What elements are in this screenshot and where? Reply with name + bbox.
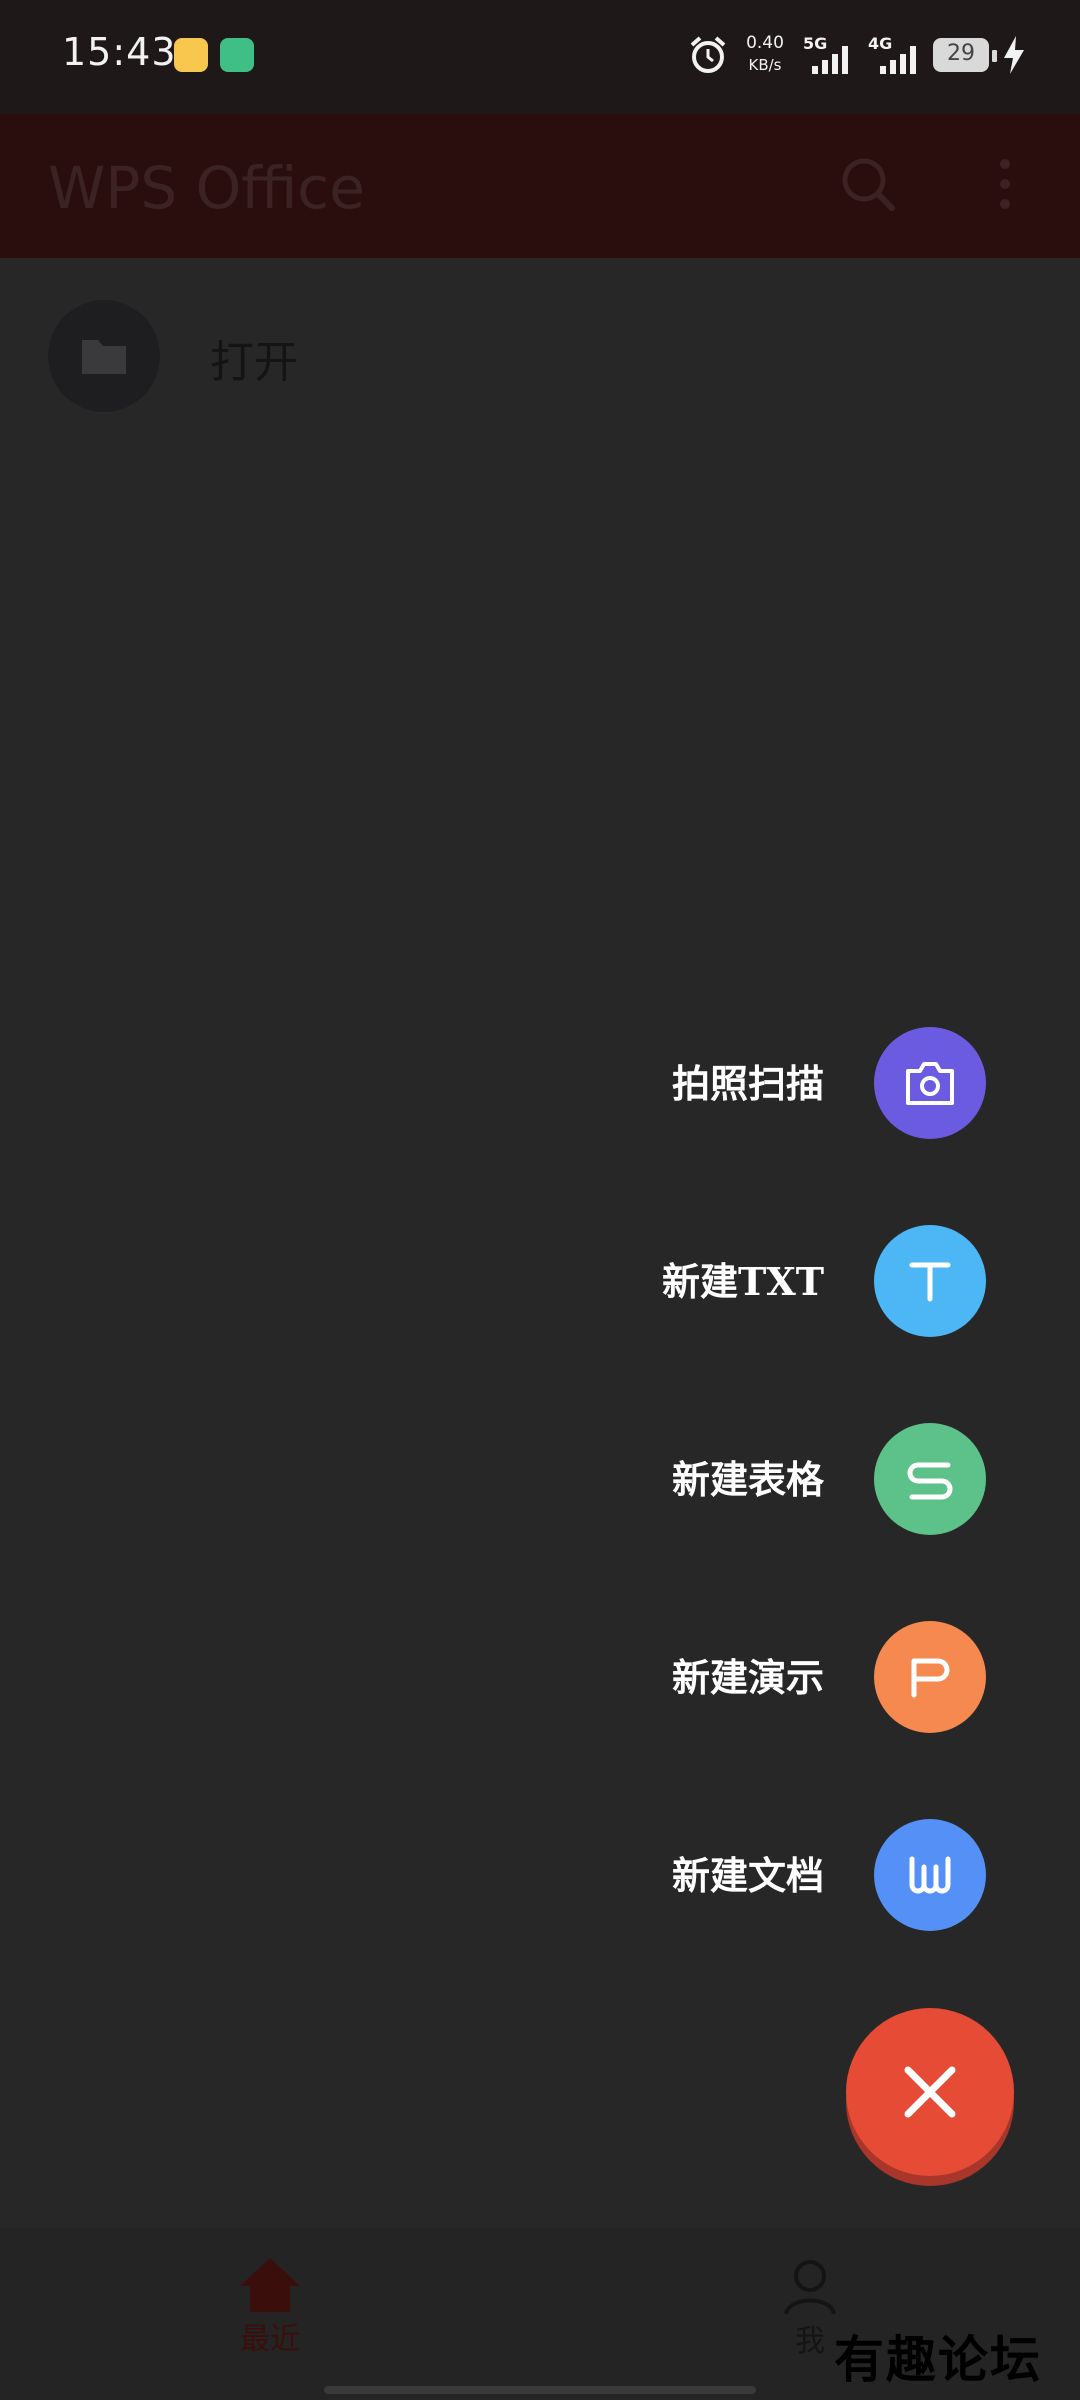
fab-close-button[interactable]	[846, 2008, 1014, 2176]
fab-item-label: 新建演示	[671, 1655, 824, 1700]
fab-mini-button[interactable]	[874, 1423, 986, 1535]
fab-mini-button[interactable]	[874, 1621, 986, 1733]
signal-icon	[880, 46, 916, 74]
battery-level: 29	[947, 41, 975, 66]
fab-mini-button[interactable]	[874, 1225, 986, 1337]
fab-item-new-spreadsheet[interactable]: 新建表格	[0, 1423, 1080, 1535]
app-title: WPS Office	[48, 154, 365, 222]
search-icon[interactable]	[838, 154, 898, 214]
notification-app-icon	[220, 38, 254, 72]
network-speed-unit: KB/s	[748, 56, 782, 74]
fab-item-camera-scan[interactable]: 拍照扫描	[0, 1027, 1080, 1139]
notification-app-icon	[174, 38, 208, 72]
fab-mini-button[interactable]	[874, 1819, 986, 1931]
network-speed: 0.40 KB/s	[742, 32, 788, 76]
fab-item-new-txt[interactable]: 新建TXT	[0, 1225, 1080, 1337]
watermark: 有趣论坛	[834, 2330, 1042, 2389]
camera-icon	[906, 1062, 954, 1105]
open-file-row[interactable]: 打开	[0, 258, 1080, 454]
document-icon	[909, 1856, 951, 1894]
close-icon	[904, 2066, 956, 2118]
presentation-icon	[911, 1658, 950, 1698]
app-bar: WPS Office	[0, 114, 1080, 258]
fab-item-label: 新建TXT	[661, 1259, 824, 1304]
status-bar: 15:43 0.40 KB/s 5G 4G 29	[0, 0, 1080, 114]
battery-icon: 29	[933, 38, 989, 72]
alarm-icon	[690, 36, 726, 73]
nav-tab-label: 最近	[240, 2322, 300, 2357]
status-time: 15:43	[62, 30, 177, 74]
fab-item-label: 新建文档	[671, 1853, 824, 1898]
fab-item-label: 拍照扫描	[671, 1061, 824, 1106]
user-icon	[784, 2260, 836, 2315]
folder-icon	[82, 340, 126, 374]
network-speed-value: 0.40	[746, 33, 784, 53]
home-icon	[240, 2258, 300, 2312]
fab-item-new-document[interactable]: 新建文档	[0, 1819, 1080, 1931]
spreadsheet-icon	[907, 1462, 953, 1500]
battery-tip	[992, 50, 997, 62]
open-label: 打开	[210, 337, 298, 388]
nav-tab-recent[interactable]: 最近	[220, 2256, 320, 2366]
fab-item-new-presentation[interactable]: 新建演示	[0, 1621, 1080, 1733]
home-indicator	[324, 2386, 756, 2394]
fab-item-label: 新建表格	[671, 1457, 824, 1502]
fab-mini-button[interactable]	[874, 1027, 986, 1139]
txt-icon	[909, 1262, 951, 1302]
more-vert-icon[interactable]	[988, 154, 1022, 214]
signal-icon	[812, 46, 848, 74]
charging-icon	[1004, 36, 1024, 74]
open-icon-circle	[48, 300, 160, 412]
